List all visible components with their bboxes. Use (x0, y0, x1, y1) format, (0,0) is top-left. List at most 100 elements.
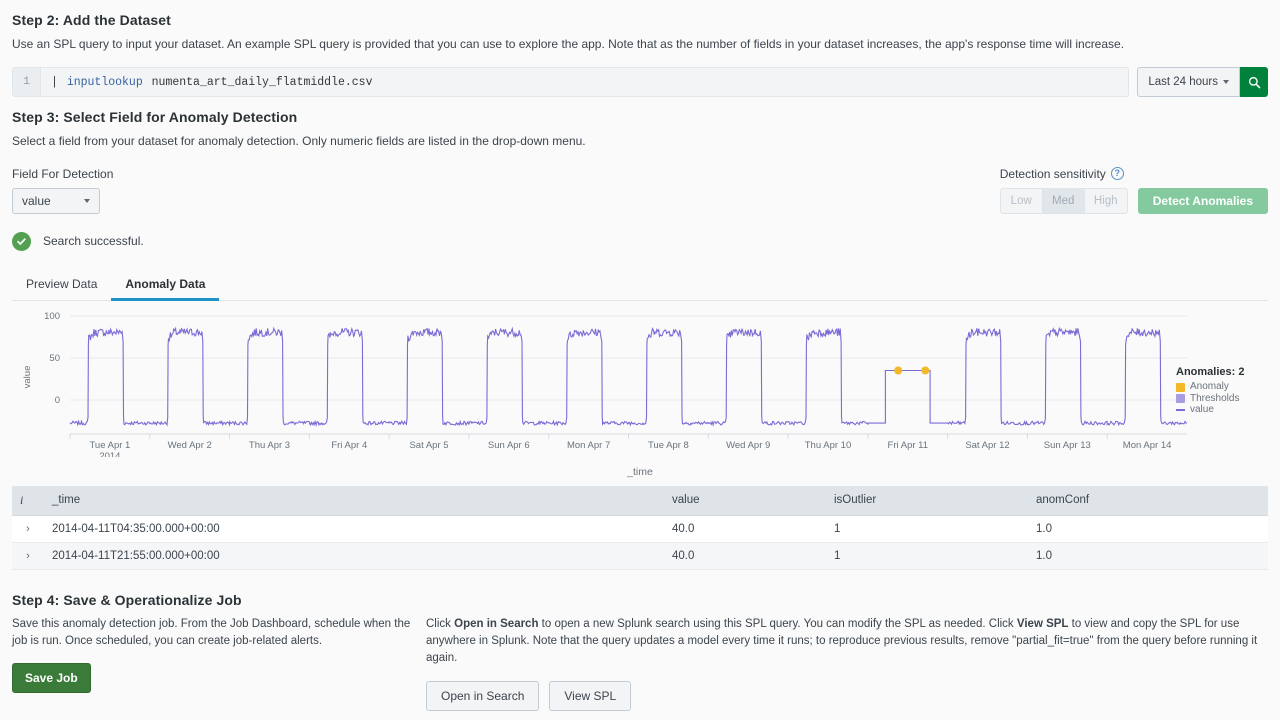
x-tick-label: Wed Apr 2 (168, 440, 212, 451)
detection-sensitivity-label: Detection sensitivity ? (1000, 167, 1268, 181)
help-icon[interactable]: ? (1111, 167, 1124, 180)
run-search-button[interactable] (1240, 67, 1268, 97)
detection-sensitivity-text: Detection sensitivity (1000, 167, 1106, 181)
legend-item-anomaly: Anomaly (1176, 381, 1268, 393)
time-range-picker[interactable]: Last 24 hours (1137, 67, 1240, 97)
spl-query-editor[interactable]: 1 | inputlookup numenta_art_daily_flatmi… (12, 67, 1129, 97)
sensitivity-option-med[interactable]: Med (1043, 189, 1085, 213)
save-job-button[interactable]: Save Job (12, 663, 91, 693)
search-status: Search successful. (12, 232, 1268, 251)
x-tick-label: Sun Apr 13 (1044, 440, 1091, 451)
legend-label-thresholds: Thresholds (1190, 393, 1239, 405)
x-tick-label: Sat Apr 5 (409, 440, 448, 451)
chart-legend: Anomalies: 2 Anomaly Thresholds value (1176, 367, 1268, 416)
detect-anomalies-button[interactable]: Detect Anomalies (1138, 188, 1268, 214)
step4-right-column: Click Open in Search to open a new Splun… (412, 616, 1268, 711)
data-tabs: Preview Data Anomaly Data (12, 271, 1268, 301)
x-tick-year: 2014 (99, 451, 120, 457)
chevron-down-icon (1223, 80, 1229, 84)
step4-right-bold-view-spl: View SPL (1017, 618, 1069, 630)
chevron-down-icon (84, 199, 90, 203)
column-header-anomconf[interactable]: anomConf (1028, 486, 1268, 516)
cell-value: 40.0 (664, 515, 826, 542)
x-tick-label: Fri Apr 4 (331, 440, 367, 451)
spl-argument: numenta_art_daily_flatmiddle.csv (152, 76, 373, 89)
x-tick-label: Thu Apr 3 (249, 440, 290, 451)
legend-item-thresholds: Thresholds (1176, 393, 1268, 405)
time-range-label: Last 24 hours (1148, 76, 1218, 88)
sensitivity-option-low[interactable]: Low (1001, 189, 1043, 213)
row-expander[interactable]: › (12, 515, 44, 542)
anomaly-chart-svg[interactable]: 100 50 0 value Tue Apr 12014 Wed Apr 2 Thu… (12, 307, 1268, 457)
field-for-detection-value: value (22, 194, 51, 208)
row-expander[interactable]: › (12, 542, 44, 569)
step3-title: Step 3: Select Field for Anomaly Detecti… (12, 97, 1268, 125)
chart-y-ticks: 100 50 0 (44, 311, 60, 406)
sensitivity-option-high[interactable]: High (1085, 189, 1127, 213)
x-tick-label: Thu Apr 10 (805, 440, 851, 451)
value-series-line (70, 328, 1187, 425)
field-for-detection-select[interactable]: value (12, 188, 100, 214)
step4-title: Step 4: Save & Operationalize Job (12, 592, 1268, 608)
chart-x-ticks: Tue Apr 12014 Wed Apr 2 Thu Apr 3 Fri Apr 4… (89, 440, 1171, 457)
field-for-detection-group: Field For Detection value (12, 167, 113, 214)
spl-pipe: | (51, 76, 58, 89)
column-header-info: i (12, 486, 44, 516)
column-header-time[interactable]: _time (44, 486, 664, 516)
chart-gridlines (70, 316, 1187, 434)
legend-title: Anomalies: 2 (1176, 367, 1268, 379)
spl-line-number: 1 (13, 68, 41, 96)
tab-preview-data[interactable]: Preview Data (12, 271, 111, 301)
table-row[interactable]: › 2014-04-11T04:35:00.000+00:00 40.0 1 1… (12, 515, 1268, 542)
table-header-row: i _time value isOutlier anomConf (12, 486, 1268, 516)
legend-label-value: value (1190, 404, 1214, 416)
x-tick-label: Mon Apr 14 (1123, 440, 1172, 451)
x-tick-label: Tue Apr 8 (648, 440, 689, 451)
legend-label-anomaly: Anomaly (1190, 381, 1229, 393)
legend-item-value: value (1176, 404, 1268, 416)
search-status-text: Search successful. (43, 234, 144, 248)
x-tick-label: Sat Apr 12 (965, 440, 1009, 451)
step4-section: Step 4: Save & Operationalize Job Save t… (12, 592, 1268, 711)
x-tick-label: Tue Apr 1 (89, 440, 130, 451)
x-tick-label: Mon Apr 7 (567, 440, 610, 451)
x-tick-label: Fri Apr 11 (888, 440, 928, 451)
column-header-value[interactable]: value (664, 486, 826, 516)
step3-description: Select a field from your dataset for ano… (12, 133, 1268, 150)
spl-search-row: 1 | inputlookup numenta_art_daily_flatmi… (12, 67, 1268, 97)
table-row[interactable]: › 2014-04-11T21:55:00.000+00:00 40.0 1 1… (12, 542, 1268, 569)
cell-anomconf: 1.0 (1028, 515, 1268, 542)
svg-text:50: 50 (49, 353, 60, 364)
step2-description: Use an SPL query to input your dataset. … (12, 36, 1268, 53)
anomaly-marker[interactable] (894, 366, 902, 374)
step4-right-text-p2: to open a new Splunk search using this S… (538, 618, 1016, 630)
x-tick-label: Sun Apr 6 (488, 440, 530, 451)
tab-anomaly-data[interactable]: Anomaly Data (111, 271, 219, 301)
spl-query-text[interactable]: | inputlookup numenta_art_daily_flatmidd… (41, 68, 1128, 96)
sensitivity-segmented-control[interactable]: Low Med High (1000, 188, 1128, 214)
detection-sensitivity-group: Detection sensitivity ? Low Med High Det… (1000, 167, 1268, 214)
x-tick-label: Wed Apr 9 (726, 440, 770, 451)
cell-isoutlier: 1 (826, 542, 1028, 569)
view-spl-button[interactable]: View SPL (549, 681, 631, 711)
anomaly-chart: 100 50 0 value Tue Apr 12014 Wed Apr 2 Thu… (12, 307, 1268, 472)
step4-right-text: Click Open in Search to open a new Splun… (426, 616, 1268, 668)
svg-text:100: 100 (44, 311, 60, 322)
search-icon (1248, 76, 1261, 89)
anomaly-marker[interactable] (921, 366, 929, 374)
thresholds-swatch-icon (1176, 394, 1185, 403)
step4-left-column: Save this anomaly detection job. From th… (12, 616, 412, 711)
check-circle-icon (12, 232, 31, 251)
anomaly-results-table: i _time value isOutlier anomConf › 2014-… (12, 486, 1268, 570)
chart-y-axis-label: value (22, 365, 33, 388)
spl-command: inputlookup (65, 76, 145, 89)
detection-sensitivity-controls: Low Med High Detect Anomalies (1000, 188, 1268, 214)
svg-text:0: 0 (55, 395, 60, 406)
column-header-isoutlier[interactable]: isOutlier (826, 486, 1028, 516)
open-in-search-button[interactable]: Open in Search (426, 681, 539, 711)
cell-time: 2014-04-11T21:55:00.000+00:00 (44, 542, 664, 569)
step2-title: Step 2: Add the Dataset (12, 0, 1268, 28)
anomaly-swatch-icon (1176, 383, 1185, 392)
cell-anomconf: 1.0 (1028, 542, 1268, 569)
cell-value: 40.0 (664, 542, 826, 569)
